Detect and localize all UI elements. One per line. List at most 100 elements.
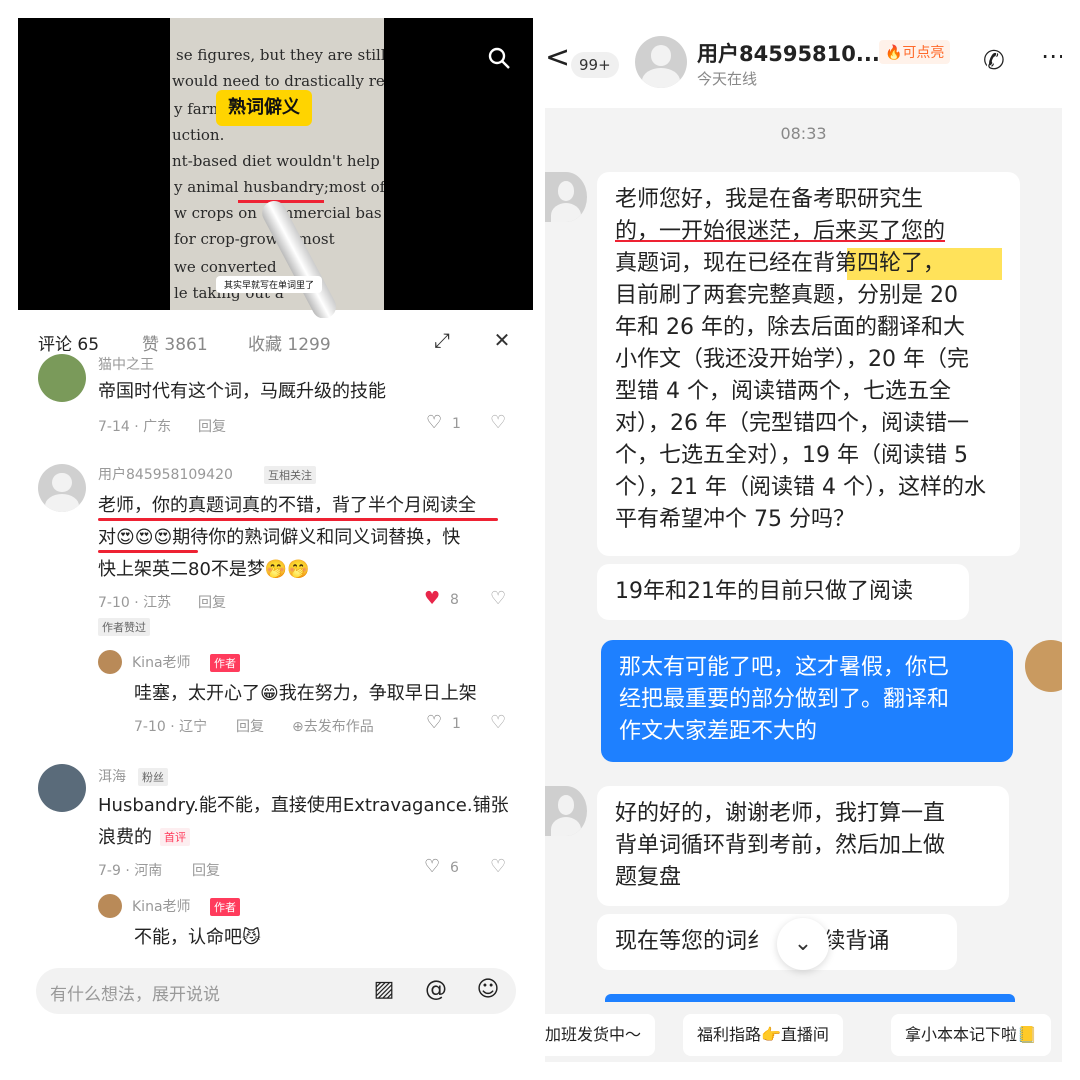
avatar[interactable] [38,354,86,402]
reply-button[interactable]: 回复 [198,416,226,436]
message-line: 题复盘 [615,865,682,890]
quick-reply-chip[interactable]: 福利指路👉直播间 [683,1014,843,1056]
message-line: 背单词循环背到考前，然后加上做 [615,833,946,858]
like-count: 8 [450,592,459,608]
avatar[interactable] [635,36,687,88]
like-icon[interactable]: ♡ [426,712,442,733]
comment-input-bar[interactable]: 有什么想法，展开说说 ▨ @ ☺ [36,968,516,1014]
book-line: y animal husbandry;most of [174,178,384,196]
message-text: 19年和21年的目前只做了阅读 [615,579,913,604]
like-count: 1 [452,416,461,432]
tab-favorites[interactable]: 收藏 1299 [248,330,331,355]
highlight-underline [98,518,498,521]
avatar[interactable] [545,786,587,836]
author-liked-badge: 作者赞过 [98,618,150,636]
quick-reply-chip[interactable]: 拿小本本记下啦📒 [891,1014,1051,1056]
comment-date: 7-10 · 辽宁 [134,719,208,735]
avatar[interactable] [98,650,122,674]
highlight-underline [98,550,198,553]
comment-date: 7-14 · 广东 [98,419,172,435]
close-icon[interactable]: ✕ [490,328,514,352]
avatar[interactable] [38,464,86,512]
mention-icon[interactable]: @ [422,977,450,1002]
publish-label: 去发布作品 [303,719,374,735]
comment-input-placeholder[interactable]: 有什么想法，展开说说 [50,980,220,1005]
message-line: 真题词，现在已经在背第四轮了， [615,248,1002,280]
quick-reply-chip[interactable]: 加班发货中～ [545,1014,656,1056]
publish-link[interactable]: ⊕去发布作品 [292,716,374,736]
comment-author[interactable]: Kina老师 [132,652,191,672]
message-line: 小作文（我还没开始学），20 年（完 [615,347,969,372]
comment-author[interactable]: 猫中之王 [98,354,154,374]
dislike-icon[interactable]: ♡ [490,588,506,609]
message-line: 对），26 年（完型错四个，阅读错一 [615,411,969,436]
comment-tabs: 评论 65 赞 3861 收藏 1299 ⤢ ✕ [18,318,533,362]
unread-count[interactable]: 99+ [571,52,619,78]
chat-title[interactable]: 用户84595810... [697,38,880,68]
message-bubble[interactable]: 19年和21年的目前只做了阅读 [597,564,969,620]
video-topic-tag: 熟词僻义 [216,90,312,126]
message-line: 个），21 年（阅读错 4 个），这样的水 [615,475,986,500]
expand-icon[interactable]: ⤢ [430,328,454,352]
first-comment-badge: 首评 [160,828,190,846]
dislike-icon[interactable]: ♡ [490,712,506,733]
comment-date: 7-10 · 江苏 [98,595,172,611]
video-player[interactable]: se figures, but they are still g would n… [18,18,533,323]
search-icon[interactable] [487,46,511,70]
book-page-image: se figures, but they are still g would n… [170,18,384,310]
comment-text-line: Husbandry.能不能，直接使用Extravagance.铺张 [98,795,509,816]
my-message-bubble-partial [605,994,1015,1002]
publish-icon: ⊕ [292,719,304,735]
dislike-icon[interactable]: ♡ [490,856,506,877]
my-message-bubble[interactable]: 那太有可能了吧，这才暑假，你已 经把最重要的部分做到了。翻译和 作文大家差距不大… [601,640,1013,762]
emoji-icon[interactable]: ☺ [474,977,502,1002]
message-line: 的，一开始很迷茫，后来买了您的 [615,219,946,244]
comment-author[interactable]: 洱海 [98,766,126,786]
chat-header: < 99+ 用户84595810... 🔥可点亮 今天在线 ✆ ⋯ [545,18,1062,108]
like-icon[interactable]: ♡ [426,412,442,433]
online-status: 今天在线 [697,70,758,88]
timestamp: 08:33 [780,124,827,143]
comment-text: 帝国时代有这个词，马厩升级的技能 [98,381,386,402]
avatar[interactable] [98,894,122,918]
comment-text: 不能，认命吧😼 [134,927,261,948]
reply-button[interactable]: 回复 [192,860,220,880]
avatar[interactable] [1025,640,1062,692]
message-line: 经把最重要的部分做到了。翻译和 [619,687,950,712]
comment-author[interactable]: Kina老师 [132,896,191,916]
spark-badge[interactable]: 🔥可点亮 [879,40,951,64]
more-icon[interactable]: ⋯ [1041,42,1062,70]
book-line: nt-based diet wouldn't help [172,152,380,170]
back-icon[interactable]: < [545,40,570,75]
reply-button[interactable]: 回复 [198,592,226,612]
phone-icon[interactable]: ✆ [983,46,1005,76]
message-line: 作文大家差距不大的 [619,719,818,744]
scroll-down-icon[interactable]: ⌄ [777,918,829,970]
author-badge: 作者 [210,654,240,672]
message-line: 老师您好，我是在备考职研究生 [615,187,924,212]
comment-text: 哇塞，太开心了😁我在努力，争取早日上架 [134,683,477,704]
tab-comments[interactable]: 评论 65 [38,330,99,355]
image-icon[interactable]: ▨ [370,977,398,1002]
message-line: 平有希望冲个 75 分吗？ [615,507,855,532]
avatar[interactable] [545,172,587,222]
comment-panel: se figures, but they are still g would n… [18,18,533,1062]
message-line: 个，七选五全对），19 年（阅读错 5 [615,443,968,468]
comment-date: 7-9 · 河南 [98,863,163,879]
avatar[interactable] [38,764,86,812]
tab-likes[interactable]: 赞 3861 [142,330,208,355]
book-line: uction. [172,126,225,144]
dislike-icon[interactable]: ♡ [490,412,506,433]
message-line: 那太有可能了吧，这才暑假，你已 [619,655,950,680]
message-bubble[interactable]: 老师您好，我是在备考职研究生 的，一开始很迷茫，后来买了您的 真题词，现在已经在… [597,172,1020,556]
video-caption: 其实早就写在单词里了 [216,276,323,293]
comment-text-line: 快上架英二80不是梦🤭🤭 [98,559,310,580]
message-line: 好的好的，谢谢老师，我打算一直 [615,801,946,826]
reply-button[interactable]: 回复 [236,716,264,736]
message-bubble[interactable]: 好的好的，谢谢老师，我打算一直 背单词循环背到考前，然后加上做 题复盘 [597,786,1009,906]
liked-heart-icon[interactable]: ♥ [424,588,440,609]
like-icon[interactable]: ♡ [424,856,440,877]
mutual-follow-badge: 互相关注 [264,466,316,484]
like-count: 6 [450,860,459,876]
comment-author[interactable]: 用户845958109420 [98,464,233,484]
